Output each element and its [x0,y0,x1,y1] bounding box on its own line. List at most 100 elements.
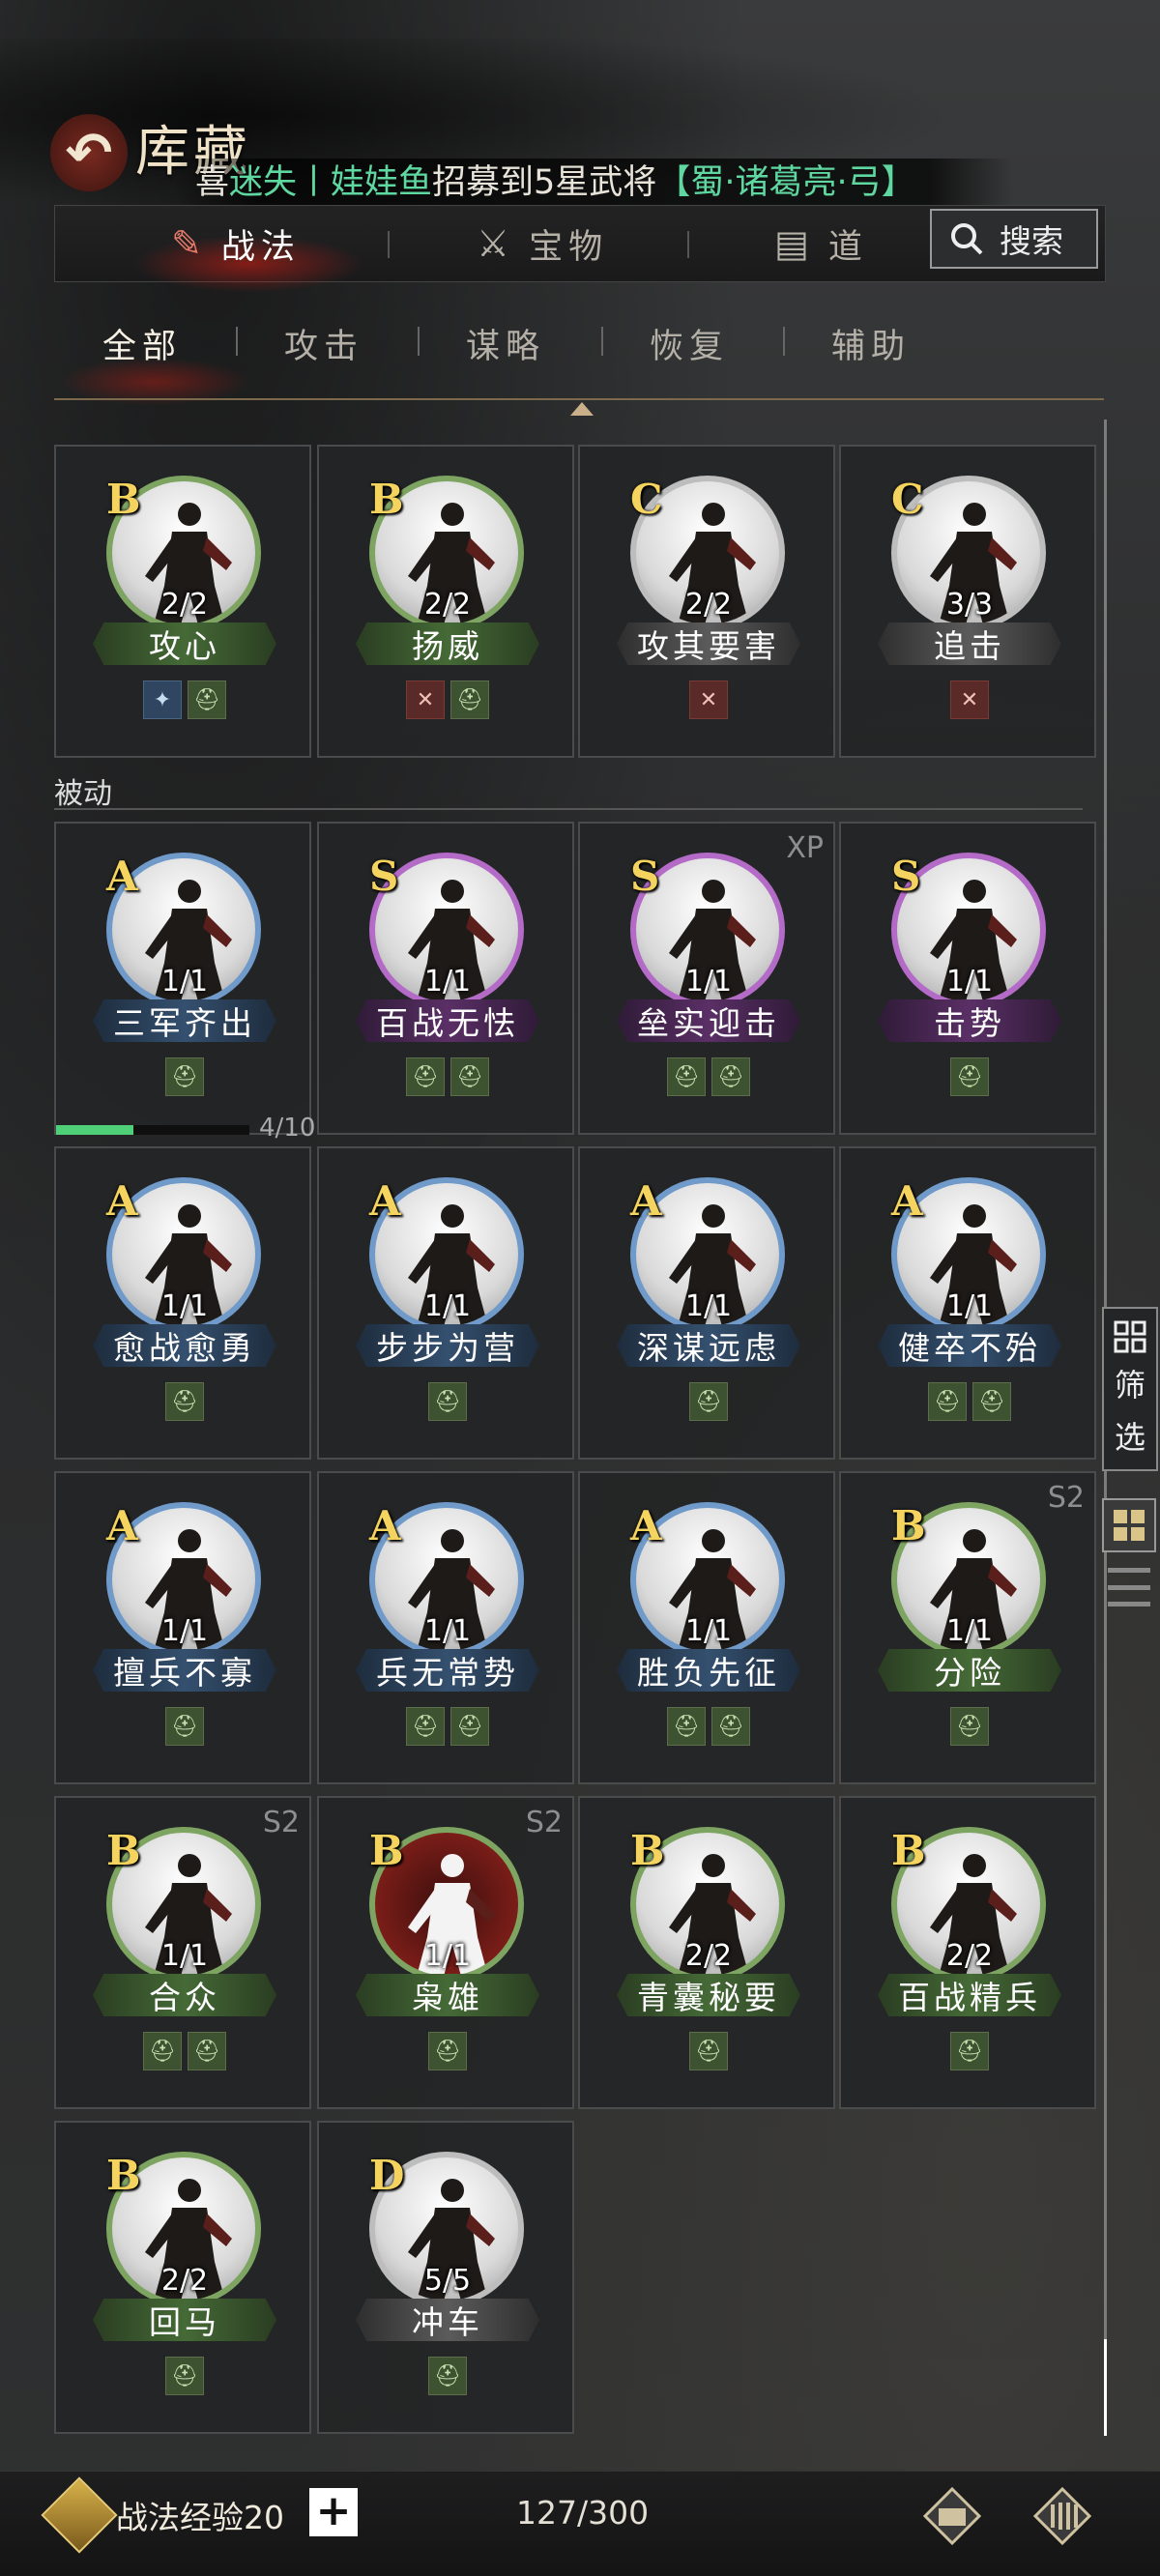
tactic-grade: S [369,853,399,900]
collapse-arrow-icon[interactable] [570,402,594,416]
subtab-divider [783,327,785,356]
troop-tag-icon: ⛑ [428,2032,467,2070]
tactic-name: 胜负先征 [617,1649,800,1692]
subtab-support[interactable]: 辅助 [831,319,911,368]
tactic-card[interactable]: C 2/2 攻其要害 ✕ [578,445,835,758]
tactic-card[interactable]: B 2/2 攻心 ✦ ⛑ [54,445,311,758]
recruit-announcement: 喜迷失丨娃娃鱼招募到5星武将【蜀·诸葛亮·弓】 [174,159,1013,207]
tactic-count: 1/1 [945,965,994,999]
list-view-button[interactable] [1108,1568,1150,1606]
tactic-name: 三军齐出 [93,999,276,1042]
troop-type-tags: ⛑ [319,1382,576,1421]
troop-tag-icon: ✕ [950,680,989,719]
troop-type-tags: ⛑ ⛑ [580,1057,837,1096]
tactic-count: 1/1 [945,1614,994,1648]
tactic-card[interactable]: S 1/1 垒实迎击 XP ⛑ ⛑ [578,822,835,1135]
upgrade-button[interactable] [918,2482,986,2550]
tactic-count: 3/3 [945,588,994,622]
troop-type-tags: ⛑ [580,2032,837,2070]
grid-view-button[interactable] [1102,1498,1156,1552]
troop-tag-icon: ✕ [406,680,445,719]
tab-divider [388,231,390,258]
troop-tag-icon: ⛑ [928,1382,967,1421]
tactic-card[interactable]: A 1/1 健卒不殆 ⛑ ⛑ [839,1146,1096,1460]
tactic-count: 1/1 [160,965,209,999]
tactic-name: 深谋远虑 [617,1324,800,1367]
tactic-card[interactable]: B 2/2 百战精兵 ⛑ [839,1796,1096,2109]
section-title-passive: 被动 [54,777,112,811]
tactic-name: 分险 [878,1649,1061,1692]
tactic-grade: B [106,1827,141,1874]
tactic-card[interactable]: B 1/1 分险 S2 ⛑ [839,1471,1096,1784]
tab-items[interactable]: ▤ 道 [774,206,868,281]
tactic-card[interactable]: A 1/1 擅兵不寡 ⛑ [54,1471,311,1784]
tab-divider [687,231,689,258]
exp-progress-fill [56,1125,133,1135]
scroll-collection-button[interactable] [1029,2482,1096,2550]
troop-tag-icon: ⛑ [689,2032,728,2070]
tactic-count: 1/1 [684,1614,733,1648]
tactic-name: 愈战愈勇 [93,1324,276,1367]
tactic-card[interactable]: S 1/1 百战无怯 ⛑ ⛑ [317,822,574,1135]
tactic-count: 1/1 [684,1289,733,1323]
tactic-grade: A [630,1177,662,1225]
add-exp-button[interactable]: + [309,2488,358,2536]
tactic-count: 1/1 [945,1289,994,1323]
card-row: B 2/2 回马 ⛑ D 5/5 冲车 ⛑ [54,2121,1104,2438]
tactic-name: 健卒不殆 [878,1324,1061,1367]
tactic-card[interactable]: A 1/1 愈战愈勇 ⛑ [54,1146,311,1460]
tactic-grade: B [630,1827,665,1874]
tab-treasure[interactable]: ⚔ 宝物 [477,206,608,281]
troop-tag-icon: ⛑ [711,1707,750,1746]
tactic-card[interactable]: A 1/1 深谋远虑 ⛑ [578,1146,835,1460]
tab-tactics[interactable]: ✎ 战法 [171,206,301,281]
tactic-grade: A [369,1177,401,1225]
troop-tag-icon: ⛑ [165,2357,204,2395]
subtab-attack[interactable]: 攻击 [284,319,363,368]
troop-type-tags: ⛑ ⛑ [319,1057,576,1096]
tactic-card[interactable]: B 1/1 合众 S2 ⛑ ⛑ [54,1796,311,2109]
tactic-card[interactable]: A 1/1 胜负先征 ⛑ ⛑ [578,1471,835,1784]
subtab-recovery[interactable]: 恢复 [650,319,729,368]
troop-type-tags: ⛑ ⛑ [56,2032,313,2070]
scrollbar-thumb[interactable] [1104,2339,1107,2436]
tactic-card[interactable]: B 2/2 回马 ⛑ [54,2121,311,2434]
exp-progress-text: 4/10 [259,1114,316,1143]
tactic-card[interactable]: B 2/2 青囊秘要 ⛑ [578,1796,835,2109]
tactic-name: 攻心 [93,622,276,665]
tactic-name: 合众 [93,1974,276,2016]
tactic-grade: S [630,853,660,900]
troop-tag-icon: ✕ [689,680,728,719]
tactic-card[interactable]: S 1/1 击势 ⛑ [839,822,1096,1135]
tactic-card[interactable]: C 3/3 追击 ✕ [839,445,1096,758]
troop-tag-icon: ⛑ [428,1382,467,1421]
troop-tag-icon: ⛑ [406,1057,445,1096]
tactic-card[interactable]: D 5/5 冲车 ⛑ [317,2121,574,2434]
tactic-count: 2/2 [160,588,209,622]
back-button[interactable]: ↶ [50,114,128,191]
tactic-name: 青囊秘要 [617,1974,800,2016]
subtab-strategy[interactable]: 谋略 [466,319,545,368]
tactic-name: 枭雄 [356,1974,539,2016]
season-badge: S2 [525,1806,563,1839]
search-button[interactable]: 搜索 [930,209,1098,269]
troop-tag-icon: ⛑ [188,680,226,719]
tactic-card[interactable]: A 1/1 兵无常势 ⛑ ⛑ [317,1471,574,1784]
tactic-card[interactable]: B 2/2 扬威 ✕ ⛑ [317,445,574,758]
tactic-card[interactable]: B 1/1 枭雄 S2 ⛑ [317,1796,574,2109]
troop-tag-icon: ⛑ [972,1382,1011,1421]
tactic-card[interactable]: A 1/1 步步为营 ⛑ [317,1146,574,1460]
troop-type-tags: ⛑ [319,2032,576,2070]
tactic-grade: A [630,1502,662,1549]
tactic-name: 击势 [878,999,1061,1042]
tactic-name: 百战精兵 [878,1974,1061,2016]
tactic-card-list[interactable]: 被动 B 2/2 攻心 ✦ ⛑ B 2/2 扬威 ✕ ⛑ C 2/2 攻其要害 ✕ C 3/3 追击 ✕ A 1/1 三… [54,425,1104,2446]
troop-tag-icon: ✦ [143,680,182,719]
troop-tag-icon: ⛑ [667,1707,706,1746]
tactic-card[interactable]: A 1/1 三军齐出 ⛑ 4/10 [54,822,315,1143]
filter-button[interactable]: 筛 选 [1102,1307,1158,1471]
subtab-all[interactable]: 全部 [102,319,182,368]
troop-type-tags: ⛑ [56,1707,313,1746]
tactic-count: 1/1 [684,965,733,999]
tactic-grade: S [891,853,921,900]
